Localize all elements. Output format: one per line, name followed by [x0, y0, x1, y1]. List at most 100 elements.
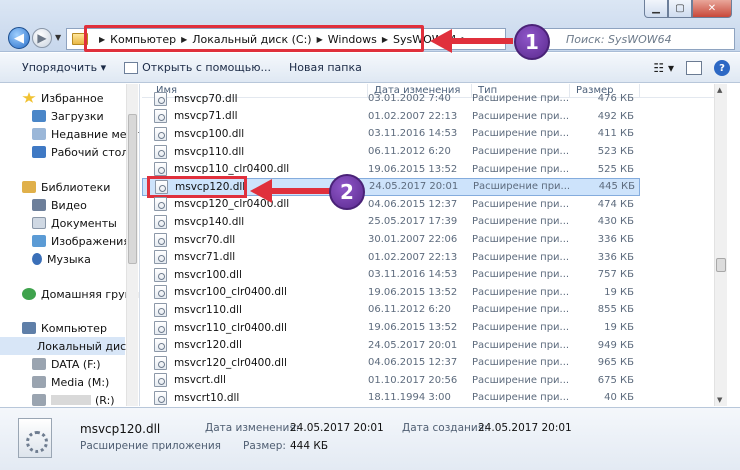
table-row[interactable]: msvcr70.dll 30.01.2007 22:06 Расширение пр…: [142, 231, 727, 249]
file-date: 04.06.2015 12:37: [368, 198, 458, 210]
table-row[interactable]: msvcp140.dll 25.05.2017 17:39 Расширение п…: [142, 213, 727, 231]
arrow-right-icon: ▶: [37, 31, 47, 45]
sidebar-item-local-disk[interactable]: Локальный диск: [0, 337, 133, 355]
sidebar-item-video[interactable]: Видео: [32, 196, 87, 214]
close-button[interactable]: ✕: [692, 0, 732, 18]
details-file-name: msvcp120.dll: [80, 422, 161, 436]
file-name: msvcr100.dll: [174, 268, 242, 281]
sidebar-item-label: Избранное: [41, 91, 104, 105]
file-name-cell: msvcr120.dll: [142, 338, 364, 353]
file-size: 19 КБ: [604, 286, 634, 298]
file-name-cell: msvcr100.dll: [142, 267, 364, 282]
sidebar-item-r-drive[interactable]: (R:): [32, 391, 115, 406]
file-type: Расширение при...: [472, 110, 570, 122]
file-list-scrollbar[interactable]: ▲ ▼: [714, 84, 727, 406]
dll-file-icon: [154, 144, 167, 159]
file-type: Расширение при...: [472, 286, 570, 298]
dll-file-icon: [154, 338, 167, 353]
file-name: msvcp120_clr0400.dll: [174, 198, 290, 211]
table-row[interactable]: msvcr110.dll 06.11.2012 6:20 Расширение пр…: [142, 301, 727, 319]
help-icon[interactable]: ?: [714, 60, 730, 76]
file-date: 19.06.2015 13:52: [368, 322, 458, 334]
maximize-button[interactable]: ▢: [668, 0, 692, 18]
scroll-up-icon[interactable]: ▲: [717, 86, 722, 94]
dll-file-icon: [154, 197, 167, 212]
sidebar-scrollbar[interactable]: [126, 84, 138, 406]
file-size: 336 КБ: [597, 251, 634, 263]
table-row[interactable]: msvcr120.dll 24.05.2017 20:01 Расширение п…: [142, 336, 727, 354]
recent-places-icon: [32, 128, 46, 140]
table-row[interactable]: msvcr71.dll 01.02.2007 22:13 Расширение пр…: [142, 248, 727, 266]
chevron-right-icon[interactable]: ▶: [462, 35, 468, 44]
file-size: 675 КБ: [597, 374, 634, 386]
table-row[interactable]: msvcp100.dll 03.11.2016 14:53 Расширение п…: [142, 125, 727, 143]
file-name-cell: msvcrt.dll: [142, 373, 364, 388]
sidebar-item-computer[interactable]: Компьютер: [22, 319, 107, 337]
sidebar-item-images[interactable]: Изображения: [32, 232, 130, 250]
file-type: Расширение при...: [472, 93, 570, 105]
table-row[interactable]: msvcr120_clr0400.dll 04.06.2015 12:37 Расш…: [142, 354, 727, 372]
table-row[interactable]: msvcp71.dll 01.02.2007 22:13 Расширение пр…: [142, 108, 727, 126]
table-row[interactable]: msvcrt10.dll 18.11.1994 3:00 Расширение пр…: [142, 389, 727, 406]
documents-icon: [32, 217, 46, 229]
file-date: 25.05.2017 17:39: [368, 216, 458, 228]
search-input[interactable]: Поиск: SysWOW64: [525, 28, 735, 50]
table-row[interactable]: msvcr100_clr0400.dll 19.06.2015 13:52 Расш…: [142, 284, 727, 302]
details-size-value: 444 КБ: [290, 440, 329, 452]
dll-file-icon: [154, 355, 167, 370]
preview-pane-icon[interactable]: [686, 61, 702, 75]
file-date: 19.06.2015 13:52: [368, 286, 458, 298]
file-size: 476 КБ: [597, 93, 634, 105]
sidebar-item-homegroup[interactable]: Домашняя группа: [22, 285, 139, 303]
table-row[interactable]: msvcp120_clr0400.dll 04.06.2015 12:37 Расш…: [142, 196, 727, 214]
sidebar-item-data-drive[interactable]: DATA (F:): [32, 355, 101, 373]
sidebar-scrollbar-thumb[interactable]: [128, 114, 137, 264]
sidebar-item-music[interactable]: Музыка: [32, 250, 91, 268]
sidebar-item-desktop[interactable]: Рабочий стол: [32, 143, 128, 161]
sidebar-item-media-drive[interactable]: Media (M:): [32, 373, 109, 391]
organize-button[interactable]: Упорядочить ▾: [22, 61, 106, 74]
table-row[interactable]: msvcrt.dll 01.10.2017 20:56 Расширение при…: [142, 372, 727, 390]
new-folder-button[interactable]: Новая папка: [289, 61, 362, 74]
details-modified-label: Дата изменения:: [205, 422, 300, 434]
table-row[interactable]: msvcr100.dll 03.11.2016 14:53 Расширение п…: [142, 266, 727, 284]
file-list: Имя Дата изменения Тип Размер msvcp70.dl…: [142, 84, 727, 406]
dll-file-icon: [154, 320, 167, 335]
sidebar-item-label: Изображения: [51, 234, 130, 248]
file-size: 949 КБ: [597, 339, 634, 351]
open-with-label: Открыть с помощью...: [142, 61, 271, 74]
file-type: Расширение при...: [472, 304, 570, 316]
file-type: Расширение при...: [472, 163, 570, 175]
sidebar-item-documents[interactable]: Документы: [32, 214, 117, 232]
open-with-button[interactable]: Открыть с помощью...: [124, 61, 271, 74]
view-options-icon[interactable]: ☷ ▾: [653, 61, 674, 75]
details-pane: msvcp120.dll Расширение приложения Дата …: [0, 407, 740, 470]
sidebar-item-libraries[interactable]: Библиотеки: [22, 178, 110, 196]
file-name: msvcp100.dll: [174, 127, 245, 140]
back-button[interactable]: ◀: [8, 27, 30, 49]
drive-icon: [32, 394, 46, 406]
minimize-button[interactable]: ▁: [644, 0, 668, 18]
forward-button[interactable]: ▶: [32, 28, 52, 48]
table-row[interactable]: msvcr110_clr0400.dll 19.06.2015 13:52 Расш…: [142, 319, 727, 337]
file-date: 06.11.2012 6:20: [368, 146, 451, 158]
address-highlight-box: [84, 25, 424, 52]
file-list-scrollbar-thumb[interactable]: [716, 258, 726, 272]
sidebar-item-downloads[interactable]: Загрузки: [32, 107, 104, 125]
table-row-selected[interactable]: msvcp120.dll 24.05.2017 20:01 Расширение п…: [142, 175, 640, 198]
dll-file-icon: [154, 250, 167, 265]
file-name: msvcrt10.dll: [174, 391, 240, 404]
file-size: 19 КБ: [604, 322, 634, 334]
file-name: msvcr110.dll: [174, 303, 242, 316]
table-row[interactable]: msvcp70.dll 03.01.2002 7:40 Расширение при…: [142, 90, 727, 108]
file-size: 336 КБ: [597, 234, 634, 246]
dll-file-icon: [154, 162, 167, 177]
redacted-drive-label: [51, 395, 91, 405]
table-row[interactable]: msvcp110.dll 06.11.2012 6:20 Расширение пр…: [142, 143, 727, 161]
file-name: msvcp110_clr0400.dll: [174, 163, 290, 176]
recent-pages-dropdown[interactable]: ▼: [55, 33, 61, 42]
sidebar-item-favorites[interactable]: Избранное: [22, 89, 103, 107]
sidebar-item-recent-places[interactable]: Недавние места: [32, 125, 139, 143]
scroll-down-icon[interactable]: ▼: [717, 396, 722, 404]
step-badge-1: 1: [514, 24, 550, 60]
